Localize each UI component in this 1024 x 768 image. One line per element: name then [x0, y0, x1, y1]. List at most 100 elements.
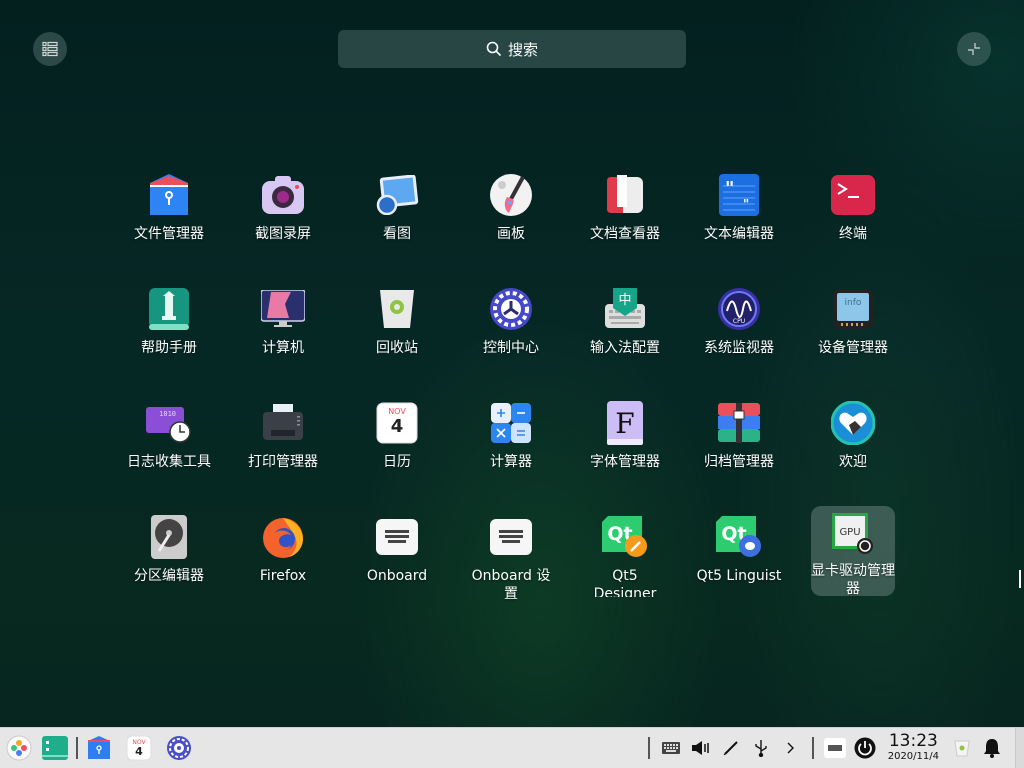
app-item[interactable]: 看图: [340, 166, 454, 280]
font-manager-icon: F: [602, 400, 648, 446]
device-manager-icon: info: [830, 286, 876, 332]
app-item[interactable]: 1010 日志收集工具: [112, 394, 226, 508]
tray-separator: [811, 737, 814, 759]
tray-notifications[interactable]: [977, 733, 1007, 763]
app-label: 字体管理器: [590, 454, 660, 470]
taskbar-calendar-day: 4: [135, 745, 143, 758]
tray-volume[interactable]: [686, 733, 716, 763]
app-item[interactable]: Onboard 设置: [454, 508, 568, 622]
app-item[interactable]: 计算器: [454, 394, 568, 508]
notification-bell-icon: [984, 739, 1000, 758]
gpu-driver-icon: GPU: [830, 512, 876, 555]
app-label: Onboard 设置: [471, 568, 551, 602]
usb-icon: [755, 740, 767, 757]
app-label: 日志收集工具: [127, 454, 211, 470]
app-item[interactable]: Qt Qt5 Linguist: [682, 508, 796, 622]
app-item[interactable]: NOV 4 日历: [340, 394, 454, 508]
pen-icon: [723, 741, 738, 756]
app-label: 归档管理器: [704, 454, 774, 470]
taskbar-file-manager[interactable]: [84, 733, 114, 763]
volume-icon: [691, 741, 709, 755]
search-icon: [486, 41, 502, 57]
exit-fullscreen-button[interactable]: [957, 32, 991, 66]
app-label: 文件管理器: [134, 226, 204, 242]
qt-designer-icon: Qt: [602, 514, 648, 560]
taskbar: NOV 4 13:23 2020/11/4: [0, 727, 1024, 768]
show-desktop-edge[interactable]: [1015, 728, 1024, 768]
app-label: 打印管理器: [248, 454, 318, 470]
app-label: 计算机: [262, 340, 304, 356]
calendar-icon: NOV4: [126, 735, 152, 761]
app-item[interactable]: 帮助手册: [112, 280, 226, 394]
taskbar-control-center[interactable]: [164, 733, 194, 763]
app-item[interactable]: CPU 系统监视器: [682, 280, 796, 394]
tray-ime[interactable]: [820, 733, 850, 763]
app-label: 计算器: [490, 454, 532, 470]
app-item[interactable]: 欢迎: [796, 394, 910, 508]
taskbar-launcher[interactable]: [4, 733, 34, 763]
app-item[interactable]: 截图录屏: [226, 166, 340, 280]
app-item[interactable]: 控制中心: [454, 280, 568, 394]
tray-separator: [647, 737, 650, 759]
clock[interactable]: 13:23 2020/11/4: [888, 733, 939, 763]
mouse-cursor: [1019, 570, 1024, 588]
app-item[interactable]: 回收站: [340, 280, 454, 394]
text-editor-icon: " ": [716, 172, 762, 218]
app-item[interactable]: 文档查看器: [568, 166, 682, 280]
tray-trash[interactable]: [947, 733, 977, 763]
app-item[interactable]: 文件管理器: [112, 166, 226, 280]
app-item[interactable]: 打印管理器: [226, 394, 340, 508]
app-item[interactable]: 归档管理器: [682, 394, 796, 508]
desktop-icon: [42, 736, 68, 760]
app-item[interactable]: 终端: [796, 166, 910, 280]
app-item[interactable]: Onboard: [340, 508, 454, 622]
app-item[interactable]: 计算机: [226, 280, 340, 394]
tray-pen[interactable]: [716, 733, 746, 763]
app-label: 看图: [383, 226, 411, 242]
app-item[interactable]: 分区编辑器: [112, 508, 226, 622]
clock-date: 2020/11/4: [887, 751, 939, 762]
taskbar-separator: [76, 737, 78, 759]
app-label: 显卡驱动管理器: [811, 563, 895, 596]
app-item[interactable]: Firefox: [226, 508, 340, 622]
svg-text:": ": [725, 178, 734, 199]
app-item[interactable]: " " 文本编辑器: [682, 166, 796, 280]
printer-icon: [260, 400, 306, 446]
calendar-icon: NOV4: [374, 400, 420, 446]
ime-icon: [823, 738, 846, 758]
camera-icon: [260, 172, 306, 218]
folder-icon: [146, 172, 192, 218]
svg-text:CPU: CPU: [733, 318, 745, 325]
search-input[interactable]: 搜索: [338, 30, 686, 68]
terminal-icon: [830, 172, 876, 218]
app-label: Firefox: [259, 568, 307, 584]
view-mode-button[interactable]: [33, 32, 67, 66]
taskbar-calendar[interactable]: NOV 4: [124, 733, 154, 763]
tray-usb[interactable]: [746, 733, 776, 763]
clock-time: 13:23: [888, 731, 938, 751]
paint-palette-icon: [488, 172, 534, 218]
svg-text:F: F: [615, 407, 634, 440]
app-label: 画板: [497, 226, 525, 242]
image-viewer-icon: [374, 172, 420, 218]
tray-expand-button[interactable]: [776, 733, 806, 763]
qt-linguist-icon: Qt: [716, 514, 762, 560]
app-item[interactable]: info 设备管理器: [796, 280, 910, 394]
app-item[interactable]: 中输入法配置: [568, 280, 682, 394]
app-item[interactable]: Qt Qt5 Designer: [568, 508, 682, 622]
app-item[interactable]: 画板: [454, 166, 568, 280]
document-viewer-icon: [602, 172, 648, 218]
tray-keyboard[interactable]: [656, 733, 686, 763]
tray-power[interactable]: [850, 733, 880, 763]
taskbar-show-desktop[interactable]: [40, 733, 70, 763]
app-item[interactable]: GPU 显卡驱动管理器: [811, 506, 895, 596]
log-collector-icon: 1010: [146, 400, 192, 446]
app-label: 终端: [839, 226, 867, 242]
help-manual-icon: [146, 286, 192, 332]
svg-text:4: 4: [391, 416, 404, 437]
app-item[interactable]: F 字体管理器: [568, 394, 682, 508]
svg-text:1010: 1010: [159, 410, 176, 418]
control-center-icon: [167, 736, 191, 760]
app-label: Onboard: [366, 568, 428, 584]
archive-manager-icon: [716, 400, 762, 446]
